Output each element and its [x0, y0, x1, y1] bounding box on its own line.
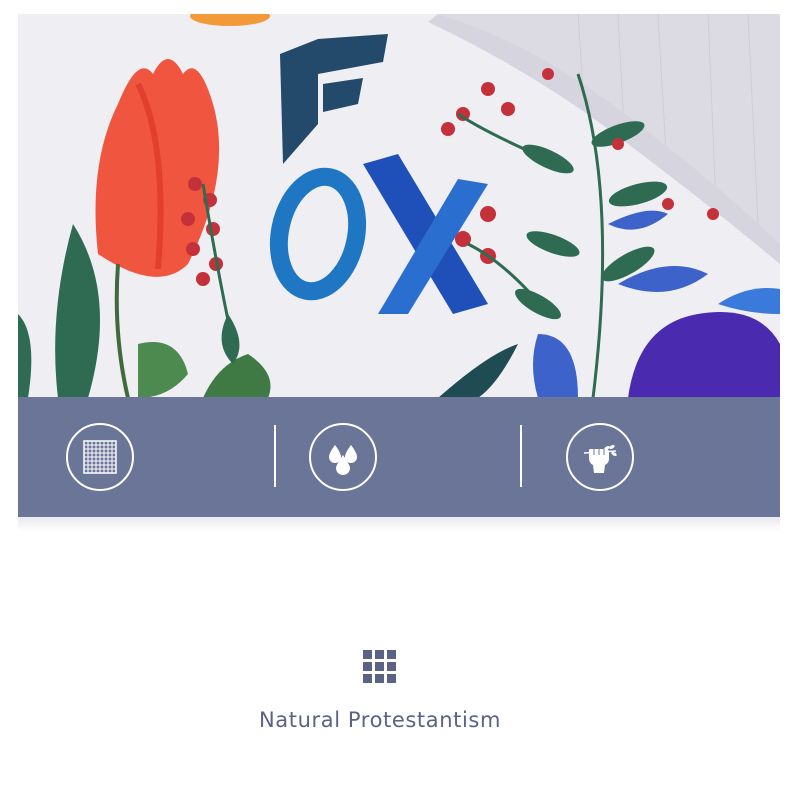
divider	[520, 425, 522, 487]
product-photo	[18, 14, 780, 398]
grid-icon	[363, 650, 397, 684]
water-drops-icon	[309, 423, 377, 491]
bar-shadow	[18, 517, 780, 531]
caption-title: Natural Protestantism	[258, 708, 502, 732]
mesh-fabric-icon	[66, 423, 134, 491]
fist-holding-plant-icon	[566, 423, 634, 491]
feature-bar	[18, 397, 780, 531]
divider	[274, 425, 276, 487]
